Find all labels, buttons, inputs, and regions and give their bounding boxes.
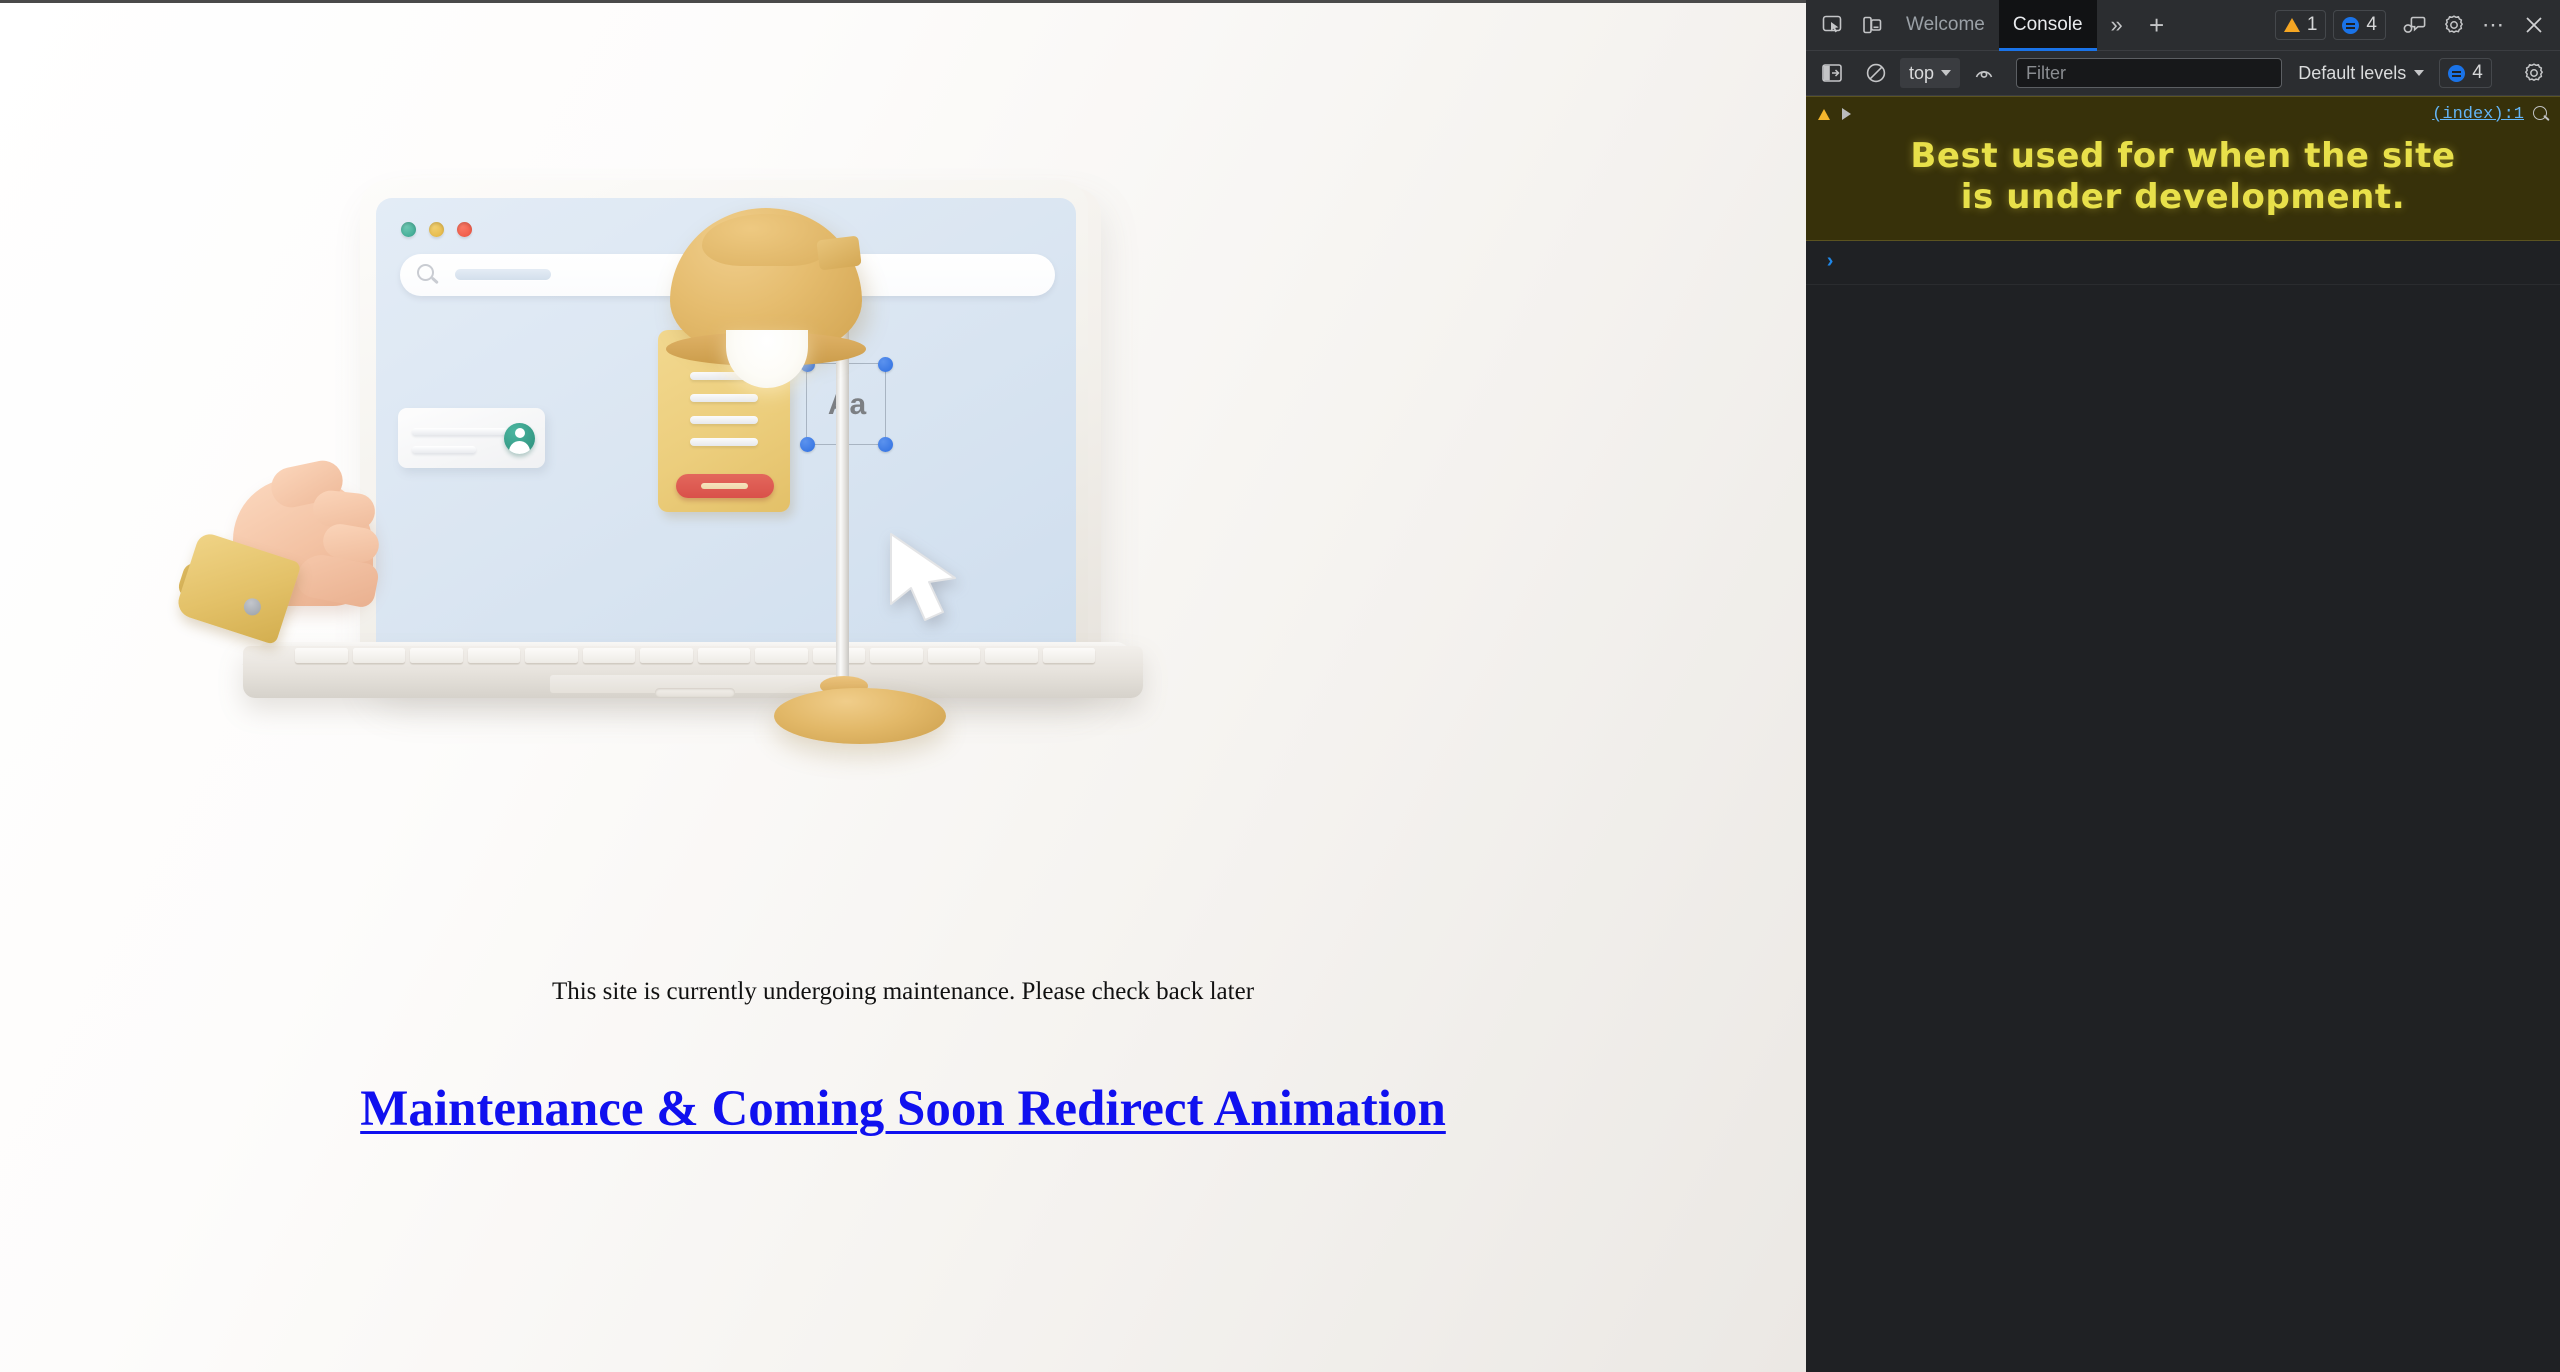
lamp-shade-top — [702, 214, 830, 266]
chevron-down-icon — [1941, 70, 1952, 76]
card-text-line — [412, 428, 508, 435]
log-levels-label: Default levels — [2298, 62, 2407, 83]
toggle-console-sidebar-icon[interactable] — [1812, 53, 1852, 93]
console-filter-input[interactable] — [2016, 58, 2283, 88]
cuff-button-icon — [241, 596, 264, 618]
info-count-badge[interactable]: 4 — [2333, 10, 2386, 40]
context-label: top — [1909, 62, 1935, 83]
toggle-device-toolbar-icon[interactable] — [1852, 5, 1892, 45]
avatar — [504, 423, 535, 454]
console-prompt[interactable]: › — [1806, 241, 2560, 285]
settings-gear-icon[interactable] — [2434, 5, 2474, 45]
illustration-profile-card — [398, 408, 545, 468]
traffic-light-yellow-icon — [429, 222, 444, 237]
card-text-line — [412, 446, 476, 453]
more-options-icon[interactable]: ⋯ — [2474, 5, 2514, 45]
warning-triangle-icon — [2283, 18, 2300, 32]
chevron-down-icon — [2414, 70, 2425, 76]
warning-count-badge[interactable]: 1 — [2274, 10, 2327, 40]
illustration-hand — [174, 456, 405, 700]
search-in-source-icon[interactable] — [2532, 105, 2550, 123]
warning-triangle-icon — [1818, 108, 1830, 120]
tab-welcome[interactable]: Welcome — [1892, 0, 1999, 51]
maintenance-redirect-link[interactable]: Maintenance & Coming Soon Redirect Anima… — [360, 1081, 1446, 1137]
maintenance-illustration: Aa — [174, 180, 1495, 980]
javascript-context-selector[interactable]: top — [1900, 58, 1961, 88]
console-prompt-caret-icon: › — [1824, 250, 1837, 274]
console-warning-text-line-1: Best used for when the site — [1910, 136, 2456, 176]
expand-message-icon[interactable] — [1842, 108, 1851, 120]
info-message-icon — [2342, 16, 2360, 34]
window-traffic-lights — [401, 222, 472, 237]
new-tab-icon[interactable]: + — [2137, 5, 2177, 45]
console-warning-text-line-2: is under development. — [1960, 176, 2406, 217]
console-message-list: (index):1 Best used for when the site is… — [1806, 96, 2560, 1372]
search-icon — [417, 264, 434, 281]
keyboard-key — [582, 648, 635, 663]
inspect-element-icon[interactable] — [1812, 5, 1852, 45]
live-expression-eye-icon[interactable] — [1964, 53, 2004, 93]
screen-root: Aa — [0, 0, 2560, 1372]
lamp-base — [774, 688, 946, 744]
maintenance-link-container: Maintenance & Coming Soon Redirect Anima… — [0, 1080, 1806, 1138]
devtools-tabbar: Welcome Console » + 1 4 ⋯ — [1806, 0, 2560, 51]
lamp-bulb-icon — [726, 330, 808, 388]
traffic-light-green-icon — [401, 222, 416, 237]
browser-page-viewport: Aa — [0, 0, 1806, 1372]
keyboard-key — [1042, 648, 1095, 663]
close-devtools-icon[interactable] — [2514, 5, 2554, 45]
warning-count-value: 1 — [2306, 14, 2318, 35]
lamp-clip — [816, 235, 862, 271]
devtools-panel: Welcome Console » + 1 4 ⋯ top Filter Def… — [1806, 0, 2560, 1372]
message-source-link[interactable]: (index):1 — [2432, 105, 2524, 124]
maintenance-message: This site is currently undergoing mainte… — [551, 978, 1255, 1005]
illustration-desk-lamp — [666, 190, 1020, 790]
info-count-value: 4 — [2366, 14, 2377, 35]
console-settings-gear-icon[interactable] — [2514, 53, 2554, 93]
traffic-light-red-icon — [457, 222, 472, 237]
feedback-icon[interactable] — [2394, 5, 2434, 45]
console-message-header: (index):1 — [1816, 104, 2550, 124]
keyboard-key — [410, 648, 463, 663]
console-warning-message[interactable]: (index):1 Best used for when the site is… — [1806, 96, 2560, 241]
search-placeholder-bar — [455, 269, 551, 280]
info-message-icon — [2448, 64, 2466, 82]
console-info-count-badge[interactable]: 4 — [2439, 58, 2492, 88]
log-levels-selector[interactable]: Default levels — [2294, 63, 2428, 84]
keyboard-key — [525, 648, 578, 663]
more-tabs-icon[interactable]: » — [2097, 5, 2137, 45]
window-top-strip — [0, 0, 1806, 3]
console-info-count-value: 4 — [2472, 62, 2483, 83]
console-warning-text: Best used for when the site is under dev… — [1816, 136, 2550, 218]
clear-console-icon[interactable] — [1856, 53, 1896, 93]
lamp-shade — [666, 208, 866, 388]
tab-console[interactable]: Console — [1998, 0, 2097, 51]
keyboard-key — [467, 648, 520, 663]
console-toolbar: top Default levels 4 — [1806, 51, 2560, 96]
